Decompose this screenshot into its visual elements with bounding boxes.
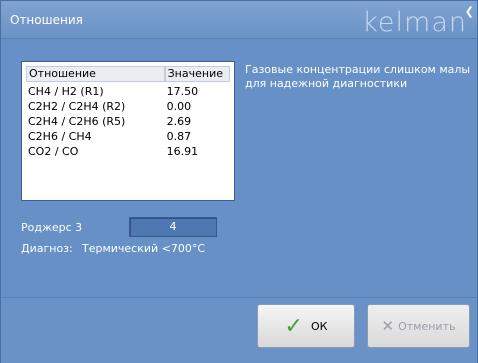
- ratio-name: C2H2 / C2H4 (R2): [28, 100, 126, 113]
- ratios-window: Отношения kelman ❮ Отношение Значение CH…: [0, 0, 478, 363]
- ratio-name: C2H6 / CH4: [28, 130, 92, 143]
- ratio-name: C2H4 / C2H6 (R5): [28, 115, 126, 128]
- window-title: Отношения: [10, 13, 83, 27]
- cancel-button[interactable]: ✕ Отменить: [367, 304, 470, 348]
- table-row[interactable]: C2H2 / C2H4 (R2) 0.00: [26, 99, 230, 114]
- button-bar: ✓ ОК ✕ Отменить: [1, 297, 477, 363]
- ratio-value: 16.91: [166, 145, 199, 158]
- checkmark-icon: ✓: [284, 313, 303, 339]
- column-header-value[interactable]: Значение: [164, 66, 230, 82]
- close-icon: ✕: [381, 317, 395, 335]
- kelman-logo: kelman: [362, 7, 467, 38]
- table-row[interactable]: C2H6 / CH4 0.87: [26, 129, 230, 144]
- ratio-value: 2.69: [166, 115, 192, 128]
- column-header-ratio[interactable]: Отношение: [26, 66, 165, 82]
- rogers-label: Роджерс 3: [21, 221, 83, 234]
- table-row[interactable]: C2H4 / C2H6 (R5) 2.69: [26, 114, 230, 129]
- ratio-value: 0.00: [166, 100, 192, 113]
- table-row[interactable]: CO2 / CO 16.91: [26, 144, 230, 159]
- window-header: Отношения kelman ❮: [1, 1, 477, 39]
- diagnosis-label: Диагноз:: [21, 242, 73, 255]
- ok-button-label: ОК: [310, 319, 328, 333]
- ratio-value: 0.87: [166, 130, 192, 143]
- rogers-value-field: 4: [129, 217, 217, 237]
- content-area: Отношение Значение CH4 / H2 (R1) 17.50 C…: [1, 39, 477, 297]
- diagnosis-value: Термический <700°C: [82, 242, 206, 255]
- table-row[interactable]: CH4 / H2 (R1) 17.50: [26, 84, 230, 99]
- logo-mark-icon: ❮: [464, 5, 474, 18]
- ratio-name: CO2 / CO: [28, 145, 79, 158]
- ok-button[interactable]: ✓ ОК: [257, 304, 355, 348]
- ratios-table: Отношение Значение CH4 / H2 (R1) 17.50 C…: [21, 61, 235, 201]
- ratio-value: 17.50: [166, 85, 199, 98]
- cancel-button-label: Отменить: [398, 319, 456, 333]
- warning-message: Газовые концентрации слишком малы для на…: [245, 63, 471, 90]
- ratio-name: CH4 / H2 (R1): [28, 85, 104, 98]
- table-header: Отношение Значение: [26, 66, 230, 82]
